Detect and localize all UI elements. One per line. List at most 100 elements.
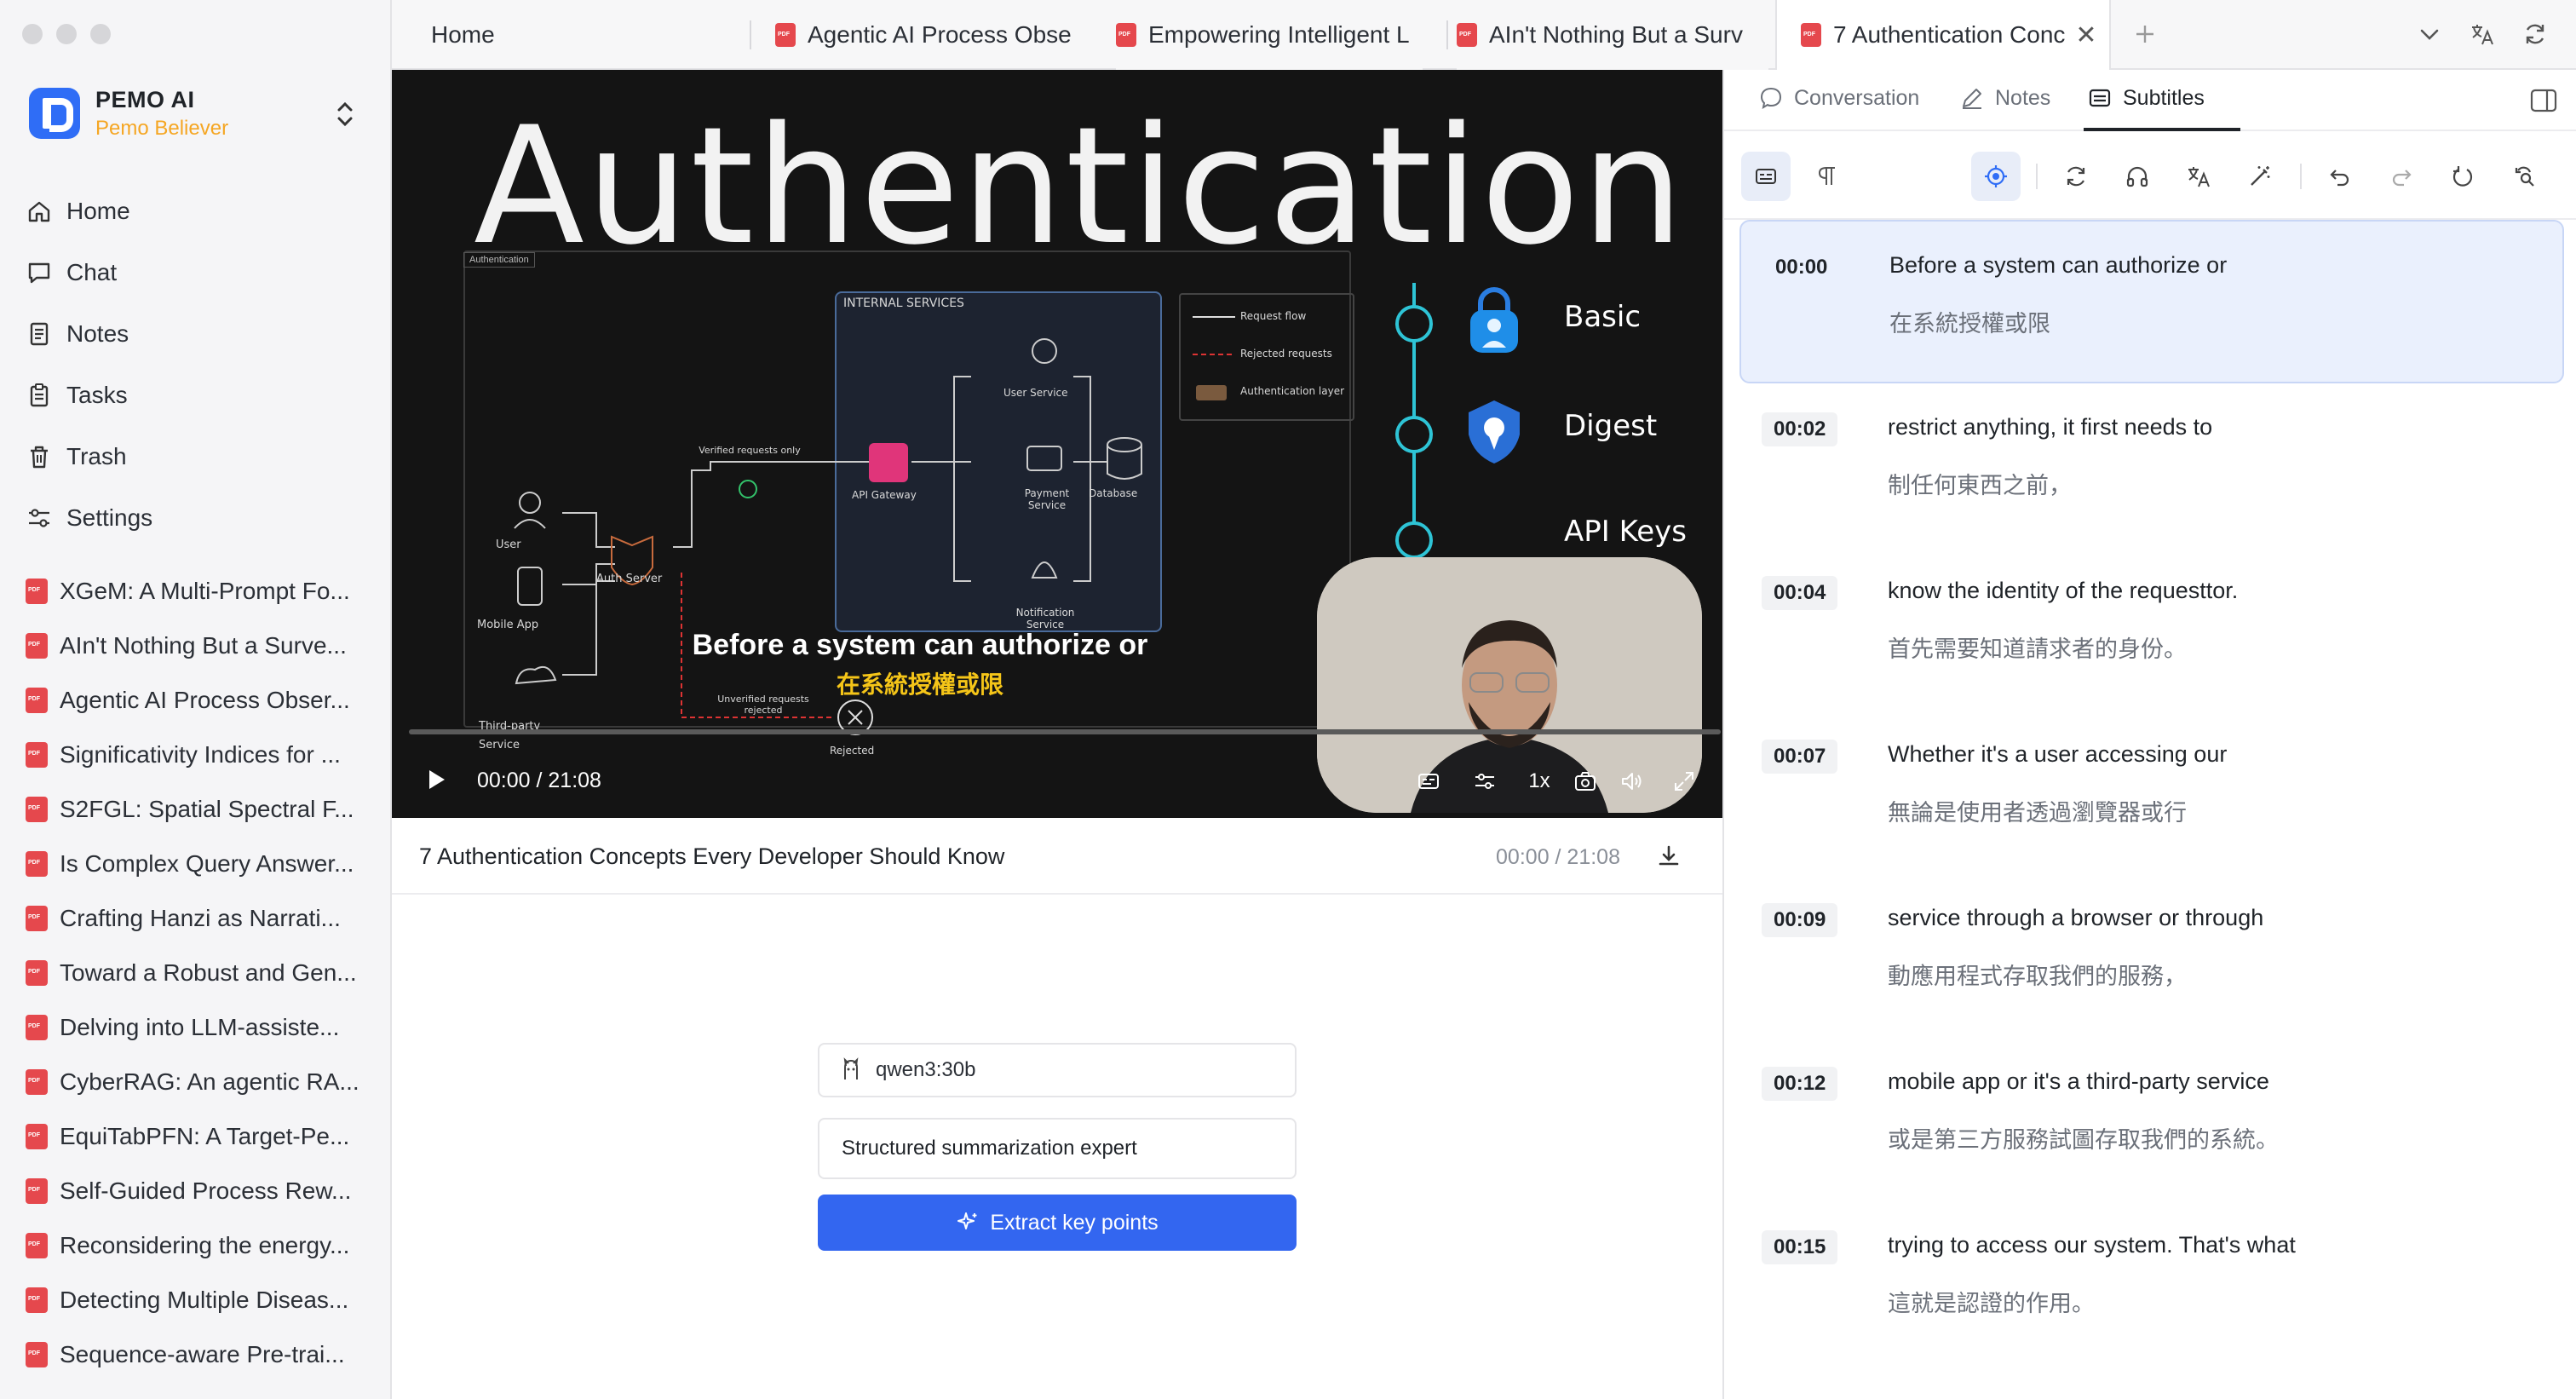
listen-button[interactable] [2113, 152, 2162, 201]
file-item[interactable]: Significativity Indices for ... [26, 728, 366, 782]
subtitle-timestamp[interactable]: 00:02 [1762, 412, 1838, 446]
subtitle-item[interactable]: 00:04 know the identity of the requestto… [1739, 547, 2564, 711]
file-item[interactable]: Reconsidering the energy... [26, 1218, 366, 1273]
close-window-button[interactable] [22, 24, 43, 44]
paragraph-view-button[interactable] [1803, 152, 1852, 201]
close-tab-icon[interactable]: ✕ [2075, 20, 2096, 50]
file-item[interactable]: Detecting Multiple Diseas... [26, 1273, 366, 1327]
nav-tasks[interactable]: Tasks [26, 365, 366, 426]
video-player[interactable]: Authentication Authentication INTERNAL S… [392, 70, 1722, 818]
file-item[interactable]: EquiTabPFN: A Target-Pe... [26, 1109, 366, 1164]
file-item[interactable]: CyberRAG: An agentic RA... [26, 1055, 366, 1109]
camera-icon [1575, 772, 1596, 791]
magic-edit-button[interactable] [2235, 152, 2285, 201]
replace-button[interactable] [2499, 152, 2549, 201]
locate-current-button[interactable] [1971, 152, 2021, 201]
video-info-bar: 7 Authentication Concepts Every Develope… [392, 818, 1722, 895]
settings-icon [29, 509, 49, 527]
subtitle-timestamp[interactable]: 00:15 [1762, 1230, 1838, 1264]
tab-aint-nothing[interactable]: AIn't Nothing But a Surv [1457, 0, 1768, 70]
tab-conversation[interactable]: Conversation [1758, 85, 1919, 111]
reset-button[interactable] [2438, 152, 2487, 201]
download-icon[interactable] [1656, 843, 1682, 869]
model-selector[interactable]: qwen3:30b [818, 1043, 1297, 1097]
subtitle-timestamp[interactable]: 00:00 [1763, 250, 1839, 285]
fullscreen-button[interactable] [1670, 767, 1699, 796]
tab-authentication[interactable]: 7 Authentication Conc ✕ [1775, 0, 2111, 70]
workspace-switcher[interactable]: PEMO AI Pemo Believer [29, 83, 366, 143]
file-item[interactable]: Delving into LLM-assiste... [26, 1000, 366, 1055]
subtitle-item[interactable]: 00:02 restrict anything, it first needs … [1739, 383, 2564, 547]
video-title: 7 Authentication Concepts Every Develope… [419, 843, 1005, 869]
subtitle-item[interactable]: 00:09 service through a browser or throu… [1739, 874, 2564, 1038]
auth-timeline-node [1395, 305, 1433, 343]
file-item[interactable]: Sequence-aware Pre-trai... [26, 1327, 366, 1382]
chat-icon [28, 262, 50, 284]
toolbar-divider [2300, 164, 2302, 189]
screenshot-button[interactable] [1571, 767, 1600, 796]
tab-subtitles[interactable]: Subtitles [2087, 85, 2205, 111]
subtitle-timestamp[interactable]: 00:12 [1762, 1067, 1838, 1101]
tab-list-button[interactable] [2412, 17, 2447, 51]
file-item[interactable]: Self-Guided Process Rew... [26, 1164, 366, 1218]
captions-button[interactable] [1414, 767, 1443, 796]
nav-notes[interactable]: Notes [26, 303, 366, 365]
play-icon[interactable] [423, 767, 448, 792]
file-item[interactable]: Crafting Hanzi as Narrati... [26, 891, 366, 946]
file-item[interactable]: Is Complex Query Answer... [26, 837, 366, 891]
file-item[interactable]: Agentic AI Process Obser... [26, 673, 366, 728]
subtitle-item[interactable]: 00:00 Before a system can authorize or 在… [1739, 220, 2564, 383]
subtitle-item[interactable]: 00:12 mobile app or it's a third-party s… [1739, 1038, 2564, 1201]
subtitle-timestamp[interactable]: 00:09 [1762, 903, 1838, 937]
sync-subtitles-button[interactable] [2051, 152, 2101, 201]
chevron-updown-icon[interactable] [332, 97, 358, 131]
extract-key-points-button[interactable]: Extract key points [818, 1195, 1297, 1251]
subtitle-view-button[interactable] [1741, 152, 1791, 201]
subtitle-text-zh: 這就是認證的作用。 [1888, 1291, 2095, 1317]
file-item[interactable]: AIn't Nothing But a Surve... [26, 619, 366, 673]
subtitles-icon [2089, 89, 2111, 107]
translate-subtitles-button[interactable] [2174, 152, 2223, 201]
video-duration: 00:00 / 21:08 [1496, 845, 1620, 869]
file-label: AIn't Nothing But a Surve... [60, 632, 347, 659]
zoom-window-button[interactable] [90, 24, 111, 44]
video-settings-button[interactable] [1470, 767, 1499, 796]
file-label: EquiTabPFN: A Target-Pe... [60, 1123, 350, 1149]
translate-button[interactable] [2465, 17, 2499, 51]
file-item[interactable]: S2FGL: Spatial Spectral F... [26, 782, 366, 837]
sidebar-toggle-icon[interactable] [2528, 85, 2559, 116]
nav-trash[interactable]: Trash [26, 426, 366, 487]
refresh-button[interactable] [2518, 17, 2552, 51]
diagram-rejected: Rejected [830, 745, 875, 757]
minimize-window-button[interactable] [56, 24, 77, 44]
video-controls: 00:00 / 21:08 1x [392, 758, 1722, 801]
subtitle-item[interactable]: 00:15 trying to access our system. That'… [1739, 1201, 2564, 1365]
file-item[interactable]: XGeM: A Multi-Prompt Fo... [26, 564, 366, 619]
undo-button[interactable] [2315, 152, 2365, 201]
subtitle-text-en: Before a system can authorize or [1889, 252, 2228, 278]
subtitle-text-zh: 制任何東西之前， [1888, 473, 2072, 499]
translate-icon [2188, 167, 2210, 187]
basic-auth-badge-icon [1470, 287, 1518, 353]
tab-empowering[interactable]: Empowering Intelligent L [1116, 0, 1423, 70]
video-progress-bar[interactable] [409, 729, 1721, 734]
nav-chat[interactable]: Chat [26, 242, 366, 303]
nav-label: Trash [66, 443, 127, 469]
nav-settings[interactable]: Settings [26, 487, 366, 549]
new-tab-button[interactable] [2128, 17, 2162, 51]
pdf-icon [775, 23, 796, 47]
tab-notes[interactable]: Notes [1959, 85, 2050, 111]
auth-method-api-keys: API Keys [1564, 515, 1687, 549]
redo-button[interactable] [2377, 152, 2426, 201]
subtitle-timestamp[interactable]: 00:04 [1762, 576, 1838, 610]
role-selector[interactable]: Structured summarization expert [818, 1118, 1297, 1179]
subtitle-timestamp[interactable]: 00:07 [1762, 740, 1838, 774]
tab-home[interactable]: Home [431, 0, 738, 70]
playback-speed-button[interactable]: 1x [1525, 767, 1554, 796]
refresh-icon [2526, 24, 2544, 44]
nav-home[interactable]: Home [26, 181, 366, 242]
subtitle-item[interactable]: 00:07 Whether it's a user accessing our … [1739, 711, 2564, 874]
auth-method-digest: Digest [1564, 409, 1658, 443]
volume-button[interactable] [1617, 767, 1646, 796]
file-item[interactable]: Toward a Robust and Gen... [26, 946, 366, 1000]
